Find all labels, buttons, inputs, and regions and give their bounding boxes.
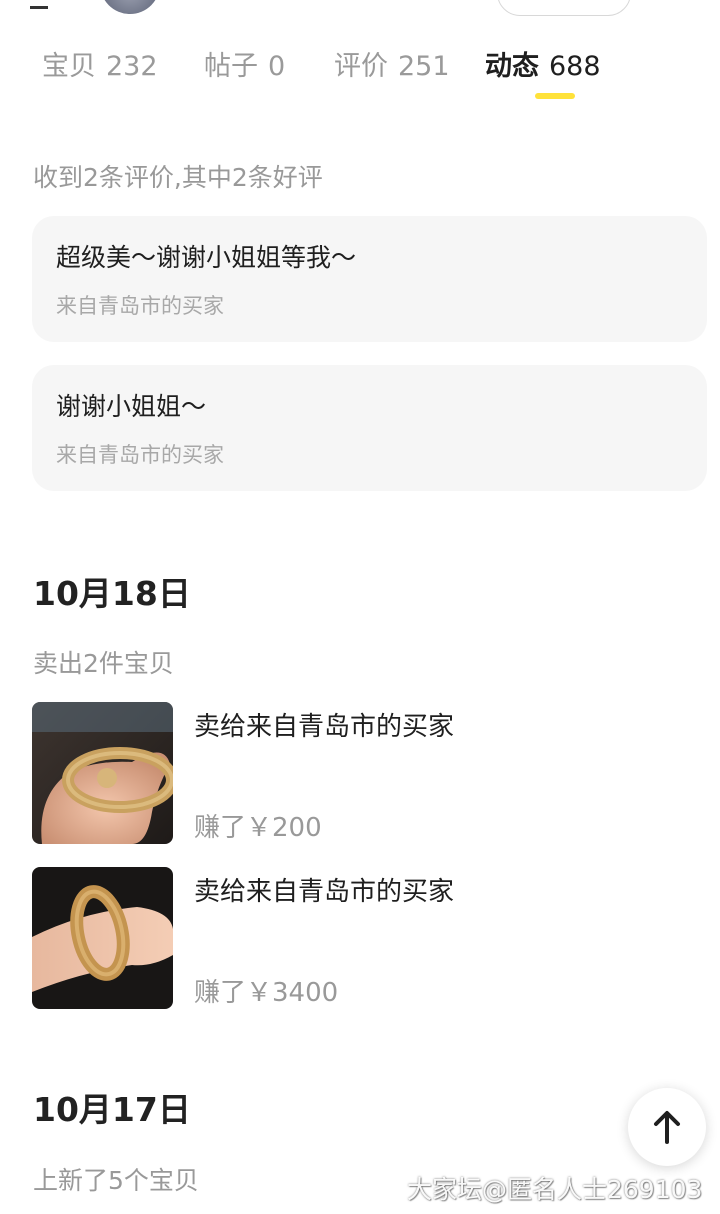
tab-reviews-count: 251 [398, 51, 450, 82]
bangle-on-wrist-photo [32, 867, 173, 1009]
avatar[interactable] [100, 0, 160, 14]
profile-tabs: 宝贝 232 帖子 0 评价 251 动态 688 [0, 44, 720, 104]
bangle-in-hand-photo [32, 702, 173, 844]
review-text: 谢谢小姐姐～ [56, 392, 207, 421]
tab-posts-label: 帖子 [204, 51, 258, 82]
item-thumbnail[interactable] [32, 867, 173, 1009]
activity-summary: 卖出2件宝贝 [33, 649, 174, 678]
sold-item[interactable]: 卖给来自青岛市的买家 赚了￥3400 [32, 867, 692, 1009]
tab-activity-count: 688 [549, 51, 601, 82]
back-icon[interactable] [30, 0, 48, 9]
tab-items-label: 宝贝 [42, 51, 96, 82]
review-source: 来自青岛市的买家 [56, 294, 224, 318]
tab-posts[interactable]: 帖子 0 [204, 44, 285, 83]
tab-items-count: 232 [106, 51, 158, 82]
watermark: 大家坛@匿名人士269103 [407, 1175, 703, 1204]
review-source: 来自青岛市的买家 [56, 443, 224, 467]
sold-item[interactable]: 卖给来自青岛市的买家 赚了￥200 [32, 702, 692, 844]
review-summary: 收到2条评价,其中2条好评 [33, 163, 323, 192]
activity-date-heading: 10月18日 [33, 574, 191, 613]
earnings: 赚了￥200 [194, 813, 322, 843]
follow-button[interactable] [497, 0, 631, 16]
back-to-top-button[interactable] [628, 1088, 706, 1166]
tab-reviews-label: 评价 [334, 51, 388, 82]
tab-activity[interactable]: 动态 688 [485, 44, 601, 83]
item-thumbnail[interactable] [32, 702, 173, 844]
profile-header-remnant [0, 0, 720, 20]
review-text: 超级美～谢谢小姐姐等我～ [56, 243, 357, 272]
tab-items[interactable]: 宝贝 232 [42, 44, 158, 83]
tab-reviews[interactable]: 评价 251 [334, 44, 450, 83]
sale-title: 卖给来自青岛市的买家 [194, 712, 455, 742]
activity-date-heading: 10月17日 [33, 1090, 191, 1129]
sale-title: 卖给来自青岛市的买家 [194, 877, 455, 907]
review-card[interactable]: 谢谢小姐姐～ 来自青岛市的买家 [32, 365, 707, 491]
review-card[interactable]: 超级美～谢谢小姐姐等我～ 来自青岛市的买家 [32, 216, 707, 342]
earnings: 赚了￥3400 [194, 978, 339, 1008]
active-tab-indicator [535, 93, 575, 99]
tab-posts-count: 0 [268, 51, 286, 82]
arrow-up-icon [654, 1111, 680, 1144]
activity-summary: 上新了5个宝贝 [33, 1166, 199, 1195]
tab-activity-label: 动态 [485, 51, 539, 82]
